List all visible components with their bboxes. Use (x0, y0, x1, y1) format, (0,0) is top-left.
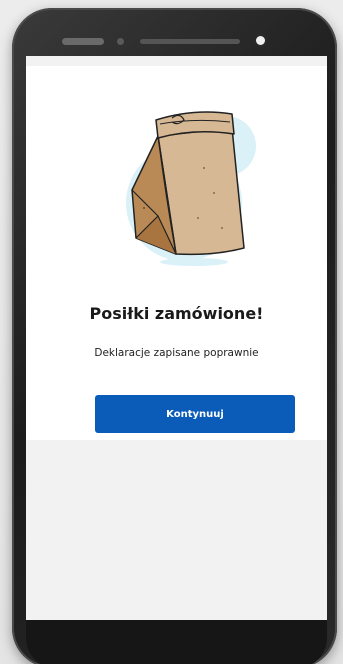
phone-frame: Posiłki zamówione! Deklaracje zapisane p… (12, 8, 337, 664)
confirmation-card: Posiłki zamówione! Deklaracje zapisane p… (26, 66, 327, 440)
confirmation-title: Posiłki zamówione! (89, 304, 264, 323)
proximity-sensor (117, 38, 124, 45)
front-camera-icon (256, 36, 265, 45)
phone-screen: Posiłki zamówione! Deklaracje zapisane p… (26, 56, 327, 620)
phone-chin (26, 620, 327, 664)
earpiece (140, 39, 240, 44)
speaker-grille (62, 38, 104, 45)
paper-bag-icon (126, 111, 256, 266)
page-backdrop: Posiłki zamówione! Deklaracje zapisane p… (0, 0, 343, 664)
confirmation-subtitle: Deklaracje zapisane poprawnie (94, 347, 259, 359)
continue-button[interactable]: Kontynuuj (95, 395, 295, 433)
